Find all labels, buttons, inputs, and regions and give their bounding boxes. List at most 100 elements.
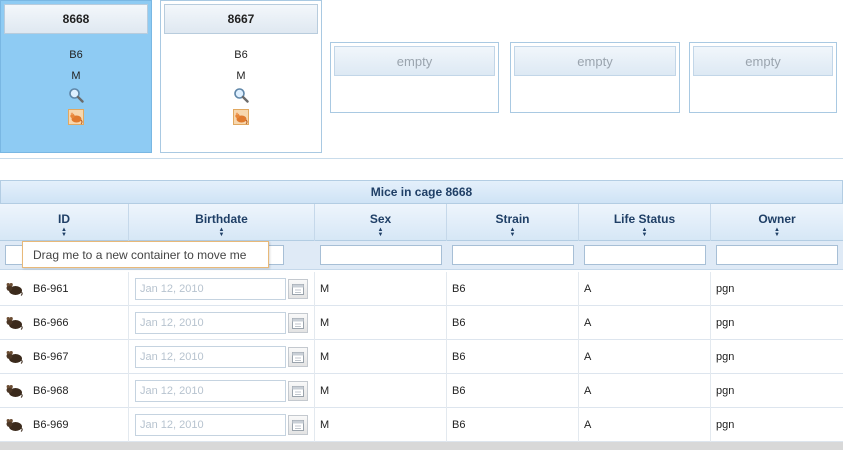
birthdate-input[interactable] [135,380,286,402]
owner-value: pgn [716,419,735,431]
cell-sex: M [315,374,447,408]
sort-icon: ▲ ▼ [61,227,67,238]
table-row[interactable]: B6-969 M B6 A pgn [0,408,843,442]
magnifier-icon[interactable] [233,87,249,103]
cell-birthdate [129,306,315,340]
cell-strain: B6 [447,340,579,374]
strain-value: B6 [452,385,466,397]
section-divider [0,158,843,159]
filter-input-life-status[interactable] [584,245,706,265]
cage-strain: B6 [234,49,248,61]
cell-life-status: A [579,408,711,442]
sort-icon: ▲ ▼ [377,227,384,238]
owner-value: pgn [716,317,735,329]
cell-strain: B6 [447,374,579,408]
table-row[interactable]: B6-967 M B6 A pgn [0,340,843,374]
cell-sex: M [315,340,447,374]
cage-card-8667[interactable]: 8667 B6 M [160,0,322,153]
cage-info: B6 M [161,45,321,87]
cell-life-status: A [579,272,711,306]
owner-value: pgn [716,351,735,363]
birthdate-input[interactable] [135,278,286,300]
orange-mouse-icon[interactable] [68,109,84,125]
column-header-id[interactable]: ID ▲ ▼ [0,204,129,241]
column-header-owner[interactable]: Owner ▲ ▼ [711,204,843,241]
life-status-value: A [584,419,592,431]
column-header-life-status[interactable]: Life Status ▲ ▼ [579,204,711,241]
table-row[interactable]: B6-961 M B6 A pgn [0,272,843,306]
orange-mouse-icon[interactable] [233,109,249,125]
filter-input-sex[interactable] [320,245,442,265]
cell-owner: pgn [711,272,843,306]
cell-owner: pgn [711,374,843,408]
calendar-icon[interactable] [288,279,308,299]
cage-info: B6 M [1,45,151,87]
dark-mouse-icon[interactable] [5,350,23,364]
sort-icon: ▲ ▼ [774,227,780,238]
sort-icon: ▲ ▼ [509,227,516,238]
cage-title-8668[interactable]: 8668 [4,4,148,34]
magnifier-icon[interactable] [68,87,84,103]
mouse-id: B6-969 [33,419,69,431]
cage-title-8667[interactable]: 8667 [164,4,318,34]
calendar-icon[interactable] [288,347,308,367]
strain-value: B6 [452,351,466,363]
cell-sex: M [315,306,447,340]
table-row[interactable]: B6-966 M B6 A pgn [0,306,843,340]
grid-footer [0,442,843,450]
sex-value: M [320,317,330,329]
dark-mouse-icon[interactable] [5,316,23,330]
calendar-icon[interactable] [288,381,308,401]
cell-birthdate [129,272,315,306]
cell-id: B6-966 [0,306,129,340]
column-header-sex[interactable]: Sex ▲ ▼ [315,204,447,241]
strain-value: B6 [452,419,466,431]
cell-id: B6-968 [0,374,129,408]
filter-input-owner[interactable] [716,245,838,265]
cage-card-8668[interactable]: 8668 B6 M [0,0,152,153]
birthdate-input[interactable] [135,346,286,368]
cell-life-status: A [579,340,711,374]
mouse-id: B6-968 [33,385,69,397]
cell-strain: B6 [447,408,579,442]
dark-mouse-icon[interactable] [5,384,23,398]
cell-owner: pgn [711,306,843,340]
birthdate-input[interactable] [135,414,286,436]
cell-life-status: A [579,306,711,340]
life-status-value: A [584,385,592,397]
empty-container[interactable]: empty [510,42,680,113]
drag-tooltip: Drag me to a new container to move me [22,241,269,268]
filter-input-strain[interactable] [452,245,574,265]
dark-mouse-icon[interactable] [5,418,23,432]
cell-life-status: A [579,374,711,408]
life-status-value: A [584,317,592,329]
calendar-icon[interactable] [288,415,308,435]
sex-value: M [320,385,330,397]
table-row[interactable]: B6-968 M B6 A pgn [0,374,843,408]
cell-owner: pgn [711,408,843,442]
cell-id: B6-969 [0,408,129,442]
life-status-value: A [584,283,592,295]
cell-strain: B6 [447,306,579,340]
cage-strain: B6 [69,49,83,61]
cell-id: B6-967 [0,340,129,374]
dark-mouse-icon[interactable] [5,282,23,296]
cell-strain: B6 [447,272,579,306]
cell-owner: pgn [711,340,843,374]
calendar-icon[interactable] [288,313,308,333]
empty-label: empty [693,46,833,76]
cell-id: B6-961 [0,272,129,306]
column-header-strain[interactable]: Strain ▲ ▼ [447,204,579,241]
owner-value: pgn [716,385,735,397]
grid-header: ID ▲ ▼ Birthdate ▲ ▼ Sex ▲ ▼ Strain ▲ ▼ Life… [0,204,843,241]
birthdate-input[interactable] [135,312,286,334]
cell-birthdate [129,340,315,374]
empty-container[interactable]: empty [689,42,837,113]
cell-birthdate [129,374,315,408]
cage-sex: M [71,70,81,82]
empty-container[interactable]: empty [330,42,499,113]
cell-sex: M [315,408,447,442]
column-header-birthdate[interactable]: Birthdate ▲ ▼ [129,204,315,241]
mouse-id: B6-961 [33,283,69,295]
mouse-id: B6-967 [33,351,69,363]
